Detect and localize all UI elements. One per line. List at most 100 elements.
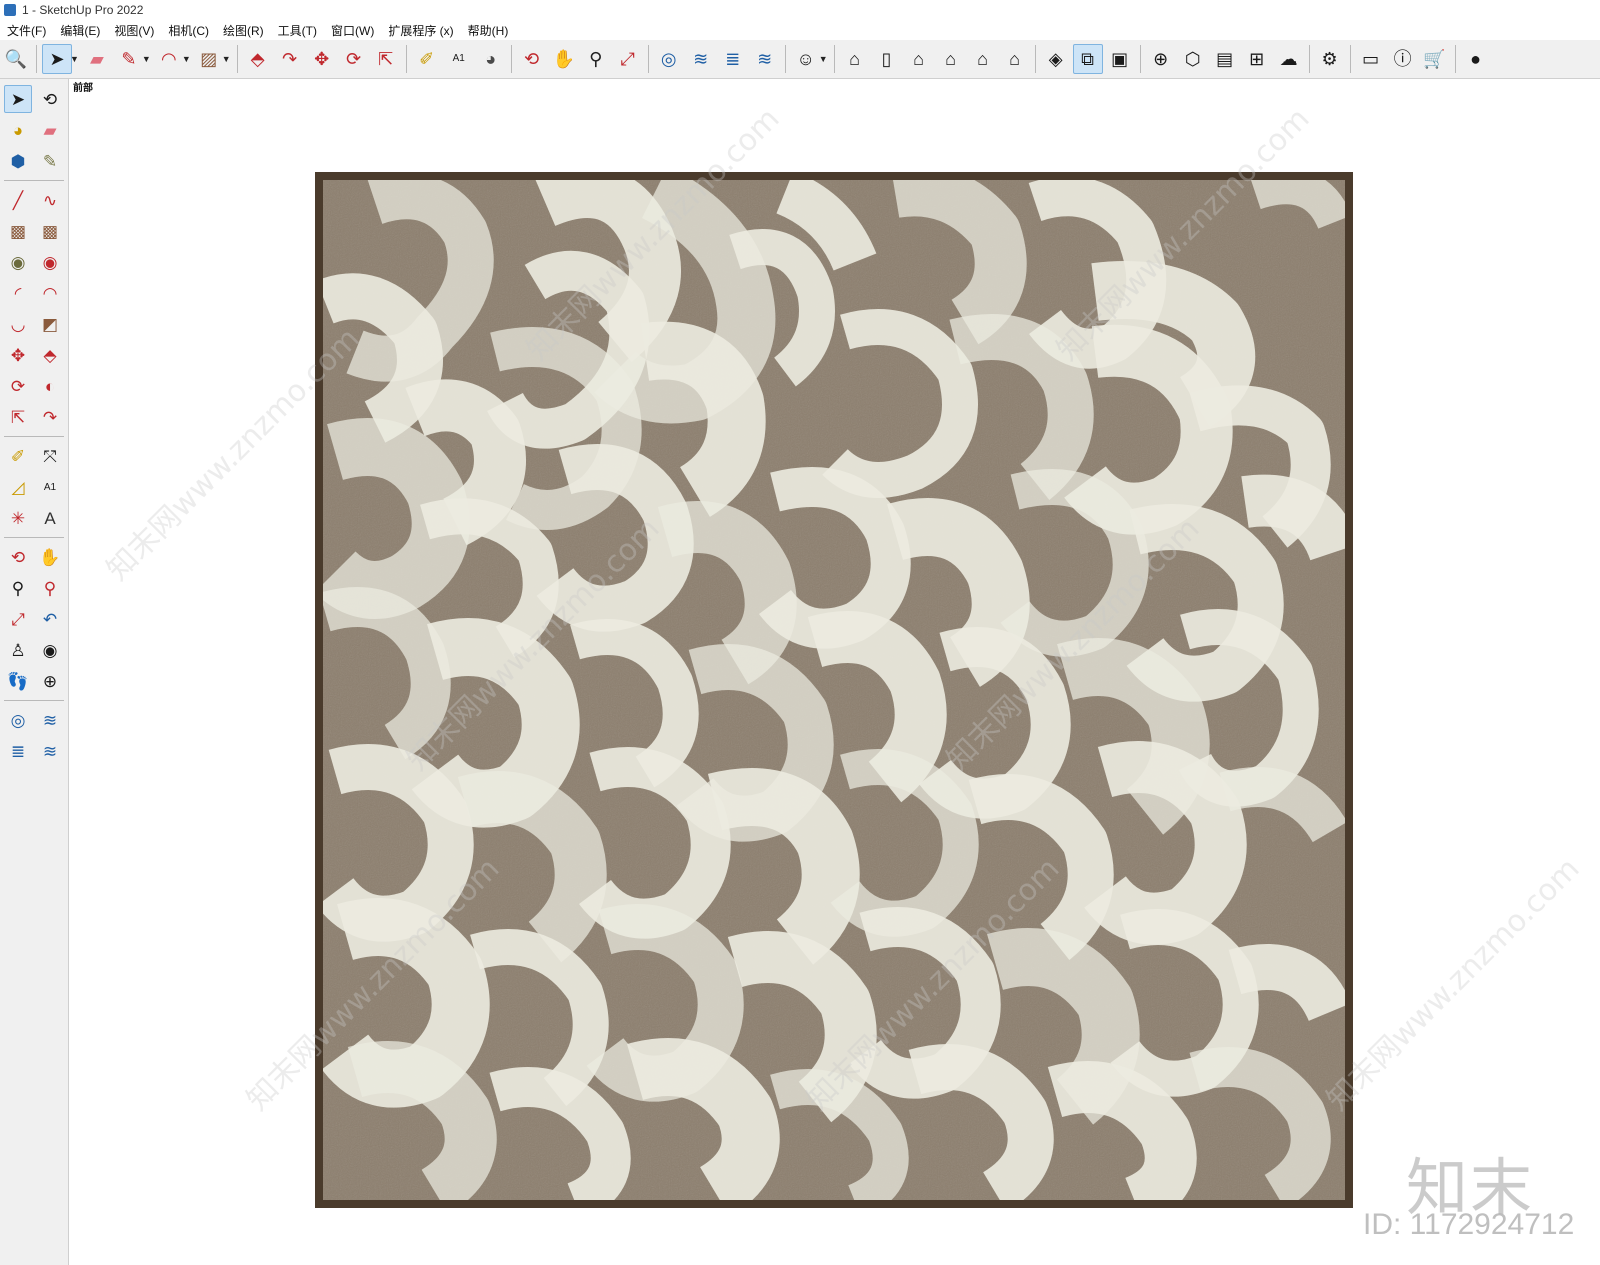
menu-item[interactable]: 编辑(E) bbox=[53, 22, 107, 39]
protractor-tool-button[interactable]: ◿ bbox=[4, 473, 32, 501]
search-tool-button[interactable]: 🔍 bbox=[1, 44, 31, 74]
tape-measure-tool-button[interactable]: ✐ bbox=[412, 44, 442, 74]
chevron-down-icon[interactable]: ▼ bbox=[182, 54, 191, 64]
walk-tool-button[interactable]: 👣 bbox=[4, 667, 32, 695]
left-view-tool-button[interactable]: ⌂ bbox=[1000, 44, 1030, 74]
shadow-tool-button[interactable]: ⬡ bbox=[1178, 44, 1208, 74]
move-tool-button[interactable]: ✥ bbox=[4, 341, 32, 369]
orbit-tool-button[interactable]: ⟲ bbox=[36, 85, 64, 113]
eraser-tool-button[interactable]: ▰ bbox=[82, 44, 112, 74]
x-ray-tool-button[interactable]: ◈ bbox=[1041, 44, 1071, 74]
layout-tool-button[interactable]: ≣ bbox=[4, 737, 32, 765]
eraser-tool-button[interactable]: ▰ bbox=[36, 116, 64, 144]
follow-me-tool-button[interactable]: ◐ bbox=[36, 372, 64, 400]
model-viewport[interactable]: 前部 bbox=[69, 79, 1600, 1265]
arc-tool-button[interactable]: ◜ bbox=[4, 279, 32, 307]
extension-warehouse-tool-button[interactable]: ≋ bbox=[36, 706, 64, 734]
tape-measure-tool-button[interactable]: ✐ bbox=[4, 442, 32, 470]
text-label-tool-button[interactable]: A1 bbox=[444, 44, 474, 74]
warehouse-tool-button[interactable]: ◎ bbox=[654, 44, 684, 74]
rectangle-tool-button[interactable]: ▨ bbox=[194, 44, 224, 74]
menu-item[interactable]: 窗口(W) bbox=[324, 22, 381, 39]
account-tool-button[interactable]: ☺ bbox=[791, 44, 821, 74]
back-view-tool-button[interactable]: ⌂ bbox=[968, 44, 998, 74]
menu-item[interactable]: 扩展程序 (x) bbox=[381, 22, 460, 39]
2pt-arc-tool-button[interactable]: ◠ bbox=[36, 279, 64, 307]
cloud-upload-tool-button[interactable]: ☁ bbox=[1274, 44, 1304, 74]
pie-tool-button[interactable]: ◩ bbox=[36, 310, 64, 338]
sandbox-tool-button[interactable]: ✎ bbox=[36, 147, 64, 175]
section-plane-tool-button[interactable]: ⊕ bbox=[36, 667, 64, 695]
extension-warehouse-tool-button[interactable]: ≋ bbox=[686, 44, 716, 74]
polygon-tool-button[interactable]: ◉ bbox=[36, 248, 64, 276]
feedback-tool-button[interactable]: ▭ bbox=[1356, 44, 1386, 74]
scale-tool-button[interactable]: ⇱ bbox=[371, 44, 401, 74]
add-location-tool-button[interactable]: ⊕ bbox=[1146, 44, 1176, 74]
profile-tool-button[interactable]: ● bbox=[1461, 44, 1491, 74]
menu-item[interactable]: 绘图(R) bbox=[216, 22, 271, 39]
follow-me-tool-button[interactable]: ↷ bbox=[275, 44, 305, 74]
rotate-tool-button[interactable]: ⟳ bbox=[339, 44, 369, 74]
component-tool-button[interactable]: ⬢ bbox=[4, 147, 32, 175]
orbit-tool-button[interactable]: ⟲ bbox=[517, 44, 547, 74]
move-tool-button[interactable]: ✥ bbox=[307, 44, 337, 74]
extension-manager-tool-button[interactable]: ≋ bbox=[750, 44, 780, 74]
pan-tool-button[interactable]: ✋ bbox=[549, 44, 579, 74]
zoom-tool-button[interactable]: ⚲ bbox=[581, 44, 611, 74]
position-camera-tool-button[interactable]: ♙ bbox=[4, 636, 32, 664]
zoom-extents-tool-button[interactable]: ⤢ bbox=[613, 44, 643, 74]
fog-tool-button[interactable]: ⊞ bbox=[1242, 44, 1272, 74]
orbit-2-tool-button[interactable]: ⟲ bbox=[4, 543, 32, 571]
pencil-line-tool-button[interactable]: ✎ bbox=[114, 44, 144, 74]
paint-bucket-tool-button[interactable]: ◕ bbox=[476, 44, 506, 74]
chevron-down-icon[interactable]: ▼ bbox=[819, 54, 828, 64]
dimension-tool-button[interactable]: ⤧ bbox=[36, 442, 64, 470]
circle-tool-button[interactable]: ◉ bbox=[4, 248, 32, 276]
cart-tool-button[interactable]: 🛒 bbox=[1420, 44, 1450, 74]
previous-view-tool-button[interactable]: ↶ bbox=[36, 605, 64, 633]
chevron-down-icon[interactable]: ▼ bbox=[222, 54, 231, 64]
menu-item[interactable]: 相机(C) bbox=[161, 22, 216, 39]
zoom-extents-tool-button[interactable]: ⤢ bbox=[4, 605, 32, 633]
section-display-tool-button[interactable]: ▣ bbox=[1105, 44, 1135, 74]
menu-item[interactable]: 工具(T) bbox=[271, 22, 324, 39]
pan-tool-button[interactable]: ✋ bbox=[36, 543, 64, 571]
settings-tool-button[interactable]: ⚙ bbox=[1315, 44, 1345, 74]
freehand-tool-button[interactable]: ∿ bbox=[36, 186, 64, 214]
text-tool-button[interactable]: A1 bbox=[36, 473, 64, 501]
offset-tool-button[interactable]: ↷ bbox=[36, 403, 64, 431]
top-view-tool-button[interactable]: ▯ bbox=[872, 44, 902, 74]
menu-item[interactable]: 视图(V) bbox=[107, 22, 161, 39]
section-plane-tool-button[interactable]: ⧉ bbox=[1072, 44, 1103, 74]
info-tool-button[interactable]: ⓘ bbox=[1388, 44, 1418, 74]
select-tool-button[interactable]: ➤ bbox=[42, 44, 72, 74]
scale-tool-button[interactable]: ⇱ bbox=[4, 403, 32, 431]
3pt-arc-tool-button[interactable]: ◡ bbox=[4, 310, 32, 338]
iso-view-tool-button[interactable]: ⌂ bbox=[840, 44, 870, 74]
axes-tool-button[interactable]: ✳ bbox=[4, 504, 32, 532]
warehouse-tool-button[interactable]: ◎ bbox=[4, 706, 32, 734]
front-view-tool-button[interactable]: ⌂ bbox=[904, 44, 934, 74]
menu-item[interactable]: 帮助(H) bbox=[461, 22, 516, 39]
paint-bucket-tool-button[interactable]: ◕ bbox=[4, 116, 32, 144]
right-view-tool-button[interactable]: ⌂ bbox=[936, 44, 966, 74]
extension-manager-tool-button[interactable]: ≋ bbox=[36, 737, 64, 765]
styles-tool-button[interactable]: ▤ bbox=[1210, 44, 1240, 74]
3d-text-tool-button[interactable]: A bbox=[36, 504, 64, 532]
arc-tool-button[interactable]: ◠ bbox=[154, 44, 184, 74]
look-around-tool-button[interactable]: ◉ bbox=[36, 636, 64, 664]
line-tool-button[interactable]: ╱ bbox=[4, 186, 32, 214]
push-pull-tool-button[interactable]: ⬘ bbox=[243, 44, 273, 74]
rotated-rectangle-tool-button[interactable]: ▩ bbox=[36, 217, 64, 245]
select-tool-button[interactable]: ➤ bbox=[4, 85, 32, 113]
chevron-down-icon[interactable]: ▼ bbox=[70, 54, 79, 64]
chevron-down-icon[interactable]: ▼ bbox=[142, 54, 151, 64]
menu-item[interactable]: 文件(F) bbox=[0, 22, 53, 39]
layout-tool-button[interactable]: ≣ bbox=[718, 44, 748, 74]
zoom-tool-button[interactable]: ⚲ bbox=[4, 574, 32, 602]
push-pull-tool-button[interactable]: ⬘ bbox=[36, 341, 64, 369]
rotate-tool-button[interactable]: ⟳ bbox=[4, 372, 32, 400]
framed-artwork[interactable] bbox=[315, 172, 1353, 1208]
rectangle-tool-button[interactable]: ▩ bbox=[4, 217, 32, 245]
zoom-window-tool-button[interactable]: ⚲ bbox=[36, 574, 64, 602]
